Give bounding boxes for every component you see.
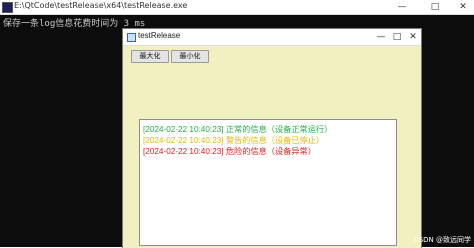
console-minimize-button[interactable]: — [392,0,412,14]
console-app-icon [2,2,13,13]
console-close-button[interactable]: ✕ [453,0,473,14]
watermark-text: CSDN @致远同学 [413,236,471,244]
console-maximize-button[interactable]: □ [425,0,445,14]
log-text-area[interactable]: [2024-02-22 10:40:23] 正常的信息（设备正常运行） [202… [139,119,397,246]
app-titlebar[interactable]: testRelease — □ ✕ [123,29,421,46]
maximize-button[interactable]: 最大化 [131,50,169,63]
app-window: testRelease — □ ✕ 最大化 最小化 [2024-02-22 10… [122,28,422,248]
console-titlebar[interactable]: E:\QtCode\testRelease\x64\testRelease.ex… [0,0,474,15]
minimize-button[interactable]: 最小化 [171,50,209,63]
log-line-danger: [2024-02-22 10:40:23] 危险的信息（设备异常） [143,147,316,156]
app-window-icon [127,33,136,42]
app-close-button[interactable]: ✕ [403,29,423,45]
console-title: E:\QtCode\testRelease\x64\testRelease.ex… [14,1,188,10]
app-title: testRelease [138,31,181,40]
